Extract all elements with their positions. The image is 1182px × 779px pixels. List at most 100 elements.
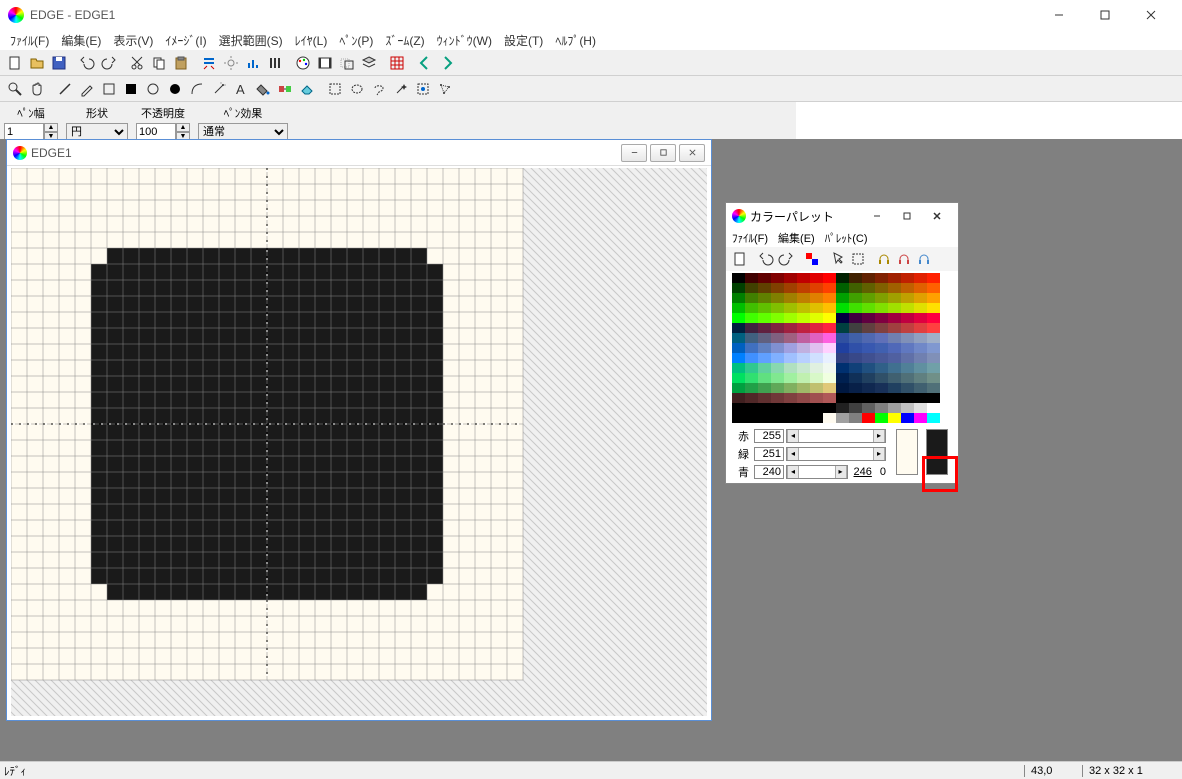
palette-redo-icon[interactable] (777, 250, 795, 268)
palette-color-cell[interactable] (758, 313, 771, 323)
r-input[interactable] (754, 429, 784, 443)
palette-color-cell[interactable] (758, 403, 771, 413)
palette-color-cell[interactable] (771, 383, 784, 393)
palette-color-cell[interactable] (771, 273, 784, 283)
palette-color-cell[interactable] (849, 393, 862, 403)
menu-pen[interactable]: ﾍﾟﾝ(P) (333, 30, 379, 51)
menu-window[interactable]: ｳｨﾝﾄﾞｳ(W) (431, 30, 498, 51)
palette-color-cell[interactable] (745, 413, 758, 423)
palette-color-cell[interactable] (914, 353, 927, 363)
palette-minimize-button[interactable] (862, 204, 892, 228)
palette-maximize-button[interactable] (892, 204, 922, 228)
palette-color-cell[interactable] (823, 403, 836, 413)
palette-color-cell[interactable] (771, 323, 784, 333)
palette-color-cell[interactable] (732, 333, 745, 343)
palette-color-cell[interactable] (810, 403, 823, 413)
palette-color-cell[interactable] (901, 413, 914, 423)
palette-color-cell[interactable] (745, 383, 758, 393)
palette-color-cell[interactable] (758, 283, 771, 293)
palette-color-cell[interactable] (784, 283, 797, 293)
palette-color-cell[interactable] (927, 393, 940, 403)
minimize-button[interactable] (1036, 0, 1082, 30)
canvas-area[interactable] (11, 168, 707, 716)
palette-color-cell[interactable] (901, 283, 914, 293)
palette-color-cell[interactable] (771, 403, 784, 413)
g-input[interactable] (754, 447, 784, 461)
palette-color-cell[interactable] (862, 363, 875, 373)
rect-fill-icon[interactable] (121, 79, 141, 99)
palette-color-cell[interactable] (888, 333, 901, 343)
palette-color-cell[interactable] (914, 393, 927, 403)
spray-icon[interactable] (209, 79, 229, 99)
palette-color-cell[interactable] (888, 353, 901, 363)
palette-color-cell[interactable] (927, 303, 940, 313)
palette-color-cell[interactable] (784, 273, 797, 283)
doc-close-button[interactable] (679, 144, 705, 162)
palette-close-button[interactable] (922, 204, 952, 228)
palette-color-cell[interactable] (927, 413, 940, 423)
replace-color-icon[interactable] (275, 79, 295, 99)
palette-color-cell[interactable] (888, 283, 901, 293)
palette-color-cell[interactable] (888, 413, 901, 423)
pen-width-up[interactable]: ▲ (44, 123, 58, 132)
palette-color-cell[interactable] (862, 413, 875, 423)
menu-file[interactable]: ﾌｧｲﾙ(F) (4, 30, 55, 51)
palette-color-cell[interactable] (771, 303, 784, 313)
palette-color-cell[interactable] (875, 383, 888, 393)
menu-settings[interactable]: 設定(T) (498, 30, 549, 51)
cut-icon[interactable] (127, 53, 147, 73)
palette-color-cell[interactable] (732, 363, 745, 373)
palette-color-cell[interactable] (810, 293, 823, 303)
palette-swatch-icon[interactable] (803, 250, 821, 268)
current-color-swatch-dark[interactable] (926, 429, 948, 475)
film-icon[interactable] (315, 53, 335, 73)
palette-color-cell[interactable] (797, 273, 810, 283)
palette-color-cell[interactable] (745, 313, 758, 323)
palette-color-cell[interactable] (849, 403, 862, 413)
palette-color-cell[interactable] (784, 383, 797, 393)
palette-color-cell[interactable] (797, 413, 810, 423)
palette-color-cell[interactable] (914, 373, 927, 383)
doc-minimize-button[interactable] (621, 144, 647, 162)
palette-color-cell[interactable] (784, 413, 797, 423)
layers-icon[interactable] (359, 53, 379, 73)
palette-color-cell[interactable] (797, 283, 810, 293)
palette-color-cell[interactable] (771, 363, 784, 373)
palette-color-cell[interactable] (810, 363, 823, 373)
palette-color-cell[interactable] (875, 413, 888, 423)
palette-color-cell[interactable] (758, 373, 771, 383)
select-path-icon[interactable] (435, 79, 455, 99)
palette-color-cell[interactable] (745, 363, 758, 373)
palette-headphones1-icon[interactable] (875, 250, 893, 268)
palette-color-cell[interactable] (836, 403, 849, 413)
curve-icon[interactable] (187, 79, 207, 99)
line-icon[interactable] (55, 79, 75, 99)
palette-color-cell[interactable] (745, 323, 758, 333)
palette-color-cell[interactable] (823, 343, 836, 353)
palette-color-cell[interactable] (823, 283, 836, 293)
palette-color-cell[interactable] (914, 413, 927, 423)
palette-color-cell[interactable] (875, 373, 888, 383)
palette-color-cell[interactable] (797, 303, 810, 313)
palette-color-cell[interactable] (901, 373, 914, 383)
palette-color-cell[interactable] (901, 383, 914, 393)
palette-color-cell[interactable] (823, 293, 836, 303)
palette-color-cell[interactable] (849, 303, 862, 313)
palette-color-cell[interactable] (810, 313, 823, 323)
arrow-right-icon[interactable] (437, 53, 457, 73)
doc-maximize-button[interactable] (650, 144, 676, 162)
palette-color-cell[interactable] (810, 383, 823, 393)
palette-color-cell[interactable] (823, 363, 836, 373)
menu-help[interactable]: ﾍﾙﾌﾟ(H) (549, 30, 602, 51)
palette-color-cell[interactable] (758, 343, 771, 353)
palette-color-cell[interactable] (875, 393, 888, 403)
palette-color-grid[interactable] (726, 271, 958, 427)
palette-color-cell[interactable] (901, 353, 914, 363)
palette-color-cell[interactable] (875, 293, 888, 303)
palette-color-cell[interactable] (875, 333, 888, 343)
palette-color-cell[interactable] (745, 373, 758, 383)
menu-edit[interactable]: 編集(E) (55, 30, 107, 51)
palette-color-cell[interactable] (914, 273, 927, 283)
palette-color-cell[interactable] (758, 393, 771, 403)
palette-color-cell[interactable] (732, 283, 745, 293)
